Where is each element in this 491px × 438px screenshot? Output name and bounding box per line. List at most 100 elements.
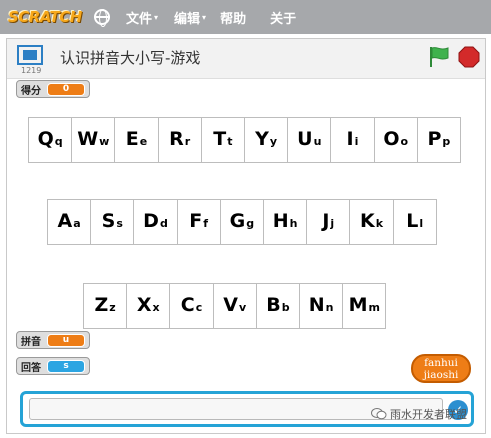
lowercase-letter: a [73, 217, 81, 230]
letter-card-p[interactable]: Pp [416, 117, 461, 163]
back-button[interactable]: fanhui jiaoshi [411, 354, 471, 383]
uppercase-letter: F [189, 210, 203, 232]
letter-card-s[interactable]: Ss [90, 199, 135, 245]
uppercase-letter: G [229, 210, 246, 232]
uppercase-letter: P [427, 128, 442, 150]
score-monitor: 得分 0 [16, 80, 90, 98]
uppercase-letter: X [136, 294, 152, 316]
uppercase-letter: V [223, 294, 238, 316]
letter-card-v[interactable]: Vv [212, 283, 257, 329]
lowercase-letter: j [330, 217, 335, 230]
letter-card-d[interactable]: Dd [133, 199, 178, 245]
answer-label: 回答 [21, 362, 41, 374]
uppercase-letter: T [213, 128, 227, 150]
lowercase-letter: k [375, 217, 384, 230]
letter-card-k[interactable]: Kk [349, 199, 394, 245]
letter-card-t[interactable]: Tt [200, 117, 245, 163]
uppercase-letter: C [180, 294, 195, 316]
letter-card-b[interactable]: Bb [255, 283, 300, 329]
lowercase-letter: g [246, 217, 255, 230]
uppercase-letter: J [322, 210, 330, 232]
letter-card-z[interactable]: Zz [83, 283, 128, 329]
globe-icon[interactable] [94, 9, 110, 27]
lowercase-letter: m [368, 301, 380, 314]
chevron-down-icon: ▾ [154, 12, 159, 22]
project-title: 认识拼音大小写-游戏 [60, 49, 201, 67]
uppercase-letter: D [143, 210, 159, 232]
uppercase-letter: K [359, 210, 375, 232]
menu-about-label: 关于 [270, 11, 297, 27]
menu-about[interactable]: 关于 [270, 8, 296, 27]
letter-card-g[interactable]: Gg [219, 199, 264, 245]
uppercase-letter: U [297, 128, 313, 150]
lowercase-letter: o [400, 135, 409, 148]
score-value: 0 [47, 82, 85, 96]
lowercase-letter: y [269, 135, 278, 148]
letter-card-w[interactable]: Ww [71, 117, 116, 163]
lowercase-letter: f [203, 217, 209, 230]
lowercase-letter: z [109, 301, 116, 314]
letter-card-i[interactable]: Ii [330, 117, 375, 163]
lowercase-letter: p [442, 135, 451, 148]
lowercase-letter: h [289, 217, 298, 230]
letter-card-u[interactable]: Uu [287, 117, 332, 163]
green-flag-icon[interactable] [427, 45, 451, 69]
menu-help[interactable]: 帮助 [220, 8, 246, 27]
score-label: 得分 [21, 85, 41, 97]
lowercase-letter: e [139, 135, 148, 148]
letter-card-l[interactable]: Ll [392, 199, 437, 245]
uppercase-letter: B [266, 294, 281, 316]
back-button-line1: fanhui [424, 357, 458, 369]
lowercase-letter: x [152, 301, 160, 314]
lowercase-letter: d [159, 217, 168, 230]
uppercase-letter: Q [37, 128, 54, 150]
answer-value: s [47, 359, 85, 373]
lowercase-letter: b [281, 301, 290, 314]
lowercase-letter: q [54, 135, 63, 148]
lowercase-letter: c [195, 301, 203, 314]
letter-card-a[interactable]: Aa [47, 199, 92, 245]
pinyin-monitor: 拼音 u [16, 331, 90, 349]
wechat-icon [371, 408, 387, 420]
scratch-logo[interactable]: SCRATCH [8, 6, 82, 28]
letter-card-c[interactable]: Cc [169, 283, 214, 329]
menu-edit[interactable]: 编辑 ▾ [174, 8, 206, 27]
fullscreen-icon[interactable] [17, 45, 43, 65]
stop-icon[interactable] [458, 46, 480, 68]
lowercase-letter: t [227, 135, 233, 148]
menu-file[interactable]: 文件 ▾ [126, 8, 158, 27]
lowercase-letter: w [99, 135, 110, 148]
lowercase-letter: i [354, 135, 359, 148]
uppercase-letter: I [346, 128, 354, 150]
pinyin-label: 拼音 [21, 336, 41, 348]
uppercase-letter: N [308, 294, 325, 316]
chevron-down-icon: ▾ [202, 12, 207, 22]
menu-file-label: 文件 [126, 11, 153, 27]
watermark: 雨水开发者联盟 [371, 406, 467, 422]
letter-card-j[interactable]: Jj [306, 199, 351, 245]
lowercase-letter: v [238, 301, 247, 314]
letter-card-f[interactable]: Ff [176, 199, 221, 245]
back-button-line2: jiaoshi [423, 369, 459, 381]
pinyin-value: u [47, 333, 85, 347]
lowercase-letter: n [325, 301, 334, 314]
uppercase-letter: E [125, 128, 139, 150]
letter-card-n[interactable]: Nn [299, 283, 344, 329]
letter-card-h[interactable]: Hh [263, 199, 308, 245]
letter-card-r[interactable]: Rr [157, 117, 202, 163]
menu-help-label: 帮助 [220, 11, 247, 27]
letter-card-m[interactable]: Mm [342, 283, 387, 329]
lowercase-letter: s [116, 217, 123, 230]
uppercase-letter: O [383, 128, 400, 150]
uppercase-letter: Z [94, 294, 109, 316]
menu-edit-label: 编辑 [174, 11, 201, 27]
letter-card-x[interactable]: Xx [126, 283, 171, 329]
uppercase-letter: L [406, 210, 419, 232]
letter-card-e[interactable]: Ee [114, 117, 159, 163]
lowercase-letter: u [313, 135, 322, 148]
letter-card-q[interactable]: Qq [28, 117, 73, 163]
lowercase-letter: r [184, 135, 191, 148]
letter-card-o[interactable]: Oo [373, 117, 418, 163]
letter-card-y[interactable]: Yy [244, 117, 289, 163]
uppercase-letter: W [77, 128, 99, 150]
